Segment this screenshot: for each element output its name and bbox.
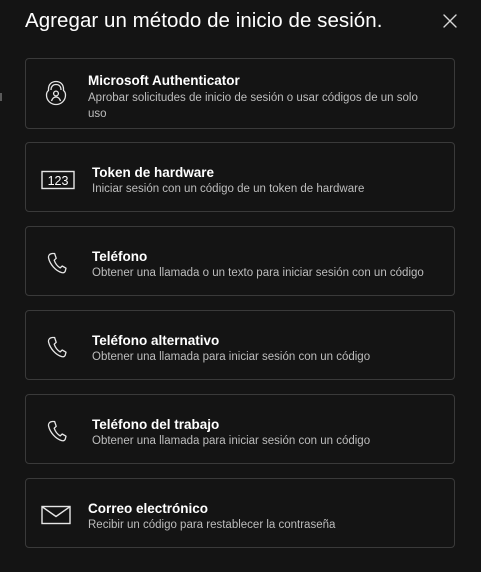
mail-icon — [41, 504, 71, 526]
method-phone[interactable]: Teléfono Obtener una llamada o un texto … — [25, 226, 455, 296]
phone-icon — [46, 419, 68, 443]
method-name: Correo electrónico — [88, 501, 209, 516]
method-name: Token de hardware — [92, 165, 215, 180]
close-icon — [443, 14, 457, 28]
method-description: Obtener una llamada para iniciar sesión … — [92, 435, 371, 447]
close-button[interactable] — [440, 11, 460, 31]
background-edge-mark — [0, 93, 2, 101]
method-description: Iniciar sesión con un código de un token… — [92, 183, 365, 195]
hardware-token-icon-label: 123 — [48, 174, 69, 188]
method-name: Teléfono alternativo — [92, 333, 220, 348]
phone-icon — [46, 251, 68, 275]
method-name: Teléfono — [92, 249, 148, 264]
authenticator-lock-icon — [44, 79, 68, 107]
method-alternate-phone[interactable]: Teléfono alternativo Obtener una llamada… — [25, 310, 455, 380]
method-microsoft-authenticator[interactable]: Microsoft Authenticator Aprobar solicitu… — [25, 58, 455, 129]
method-description: Aprobar solicitudes de inicio de sesión … — [88, 92, 418, 120]
method-name: Microsoft Authenticator — [88, 73, 240, 88]
method-work-phone[interactable]: Teléfono del trabajo Obtener una llamada… — [25, 394, 455, 464]
hardware-token-icon: 123 — [41, 170, 75, 190]
method-name: Teléfono del trabajo — [92, 417, 220, 432]
add-sign-in-method-dialog: Agregar un método de inicio de sesión. M… — [0, 0, 481, 572]
method-hardware-token[interactable]: 123 Token de hardware Iniciar sesión con… — [25, 142, 455, 212]
method-description: Recibir un código para restablecer la co… — [88, 519, 336, 531]
dialog-title: Agregar un método de inicio de sesión. — [25, 9, 383, 32]
phone-icon — [46, 335, 68, 359]
method-description: Obtener una llamada o un texto para inic… — [92, 267, 424, 279]
method-email[interactable]: Correo electrónico Recibir un código par… — [25, 478, 455, 548]
method-description: Obtener una llamada para iniciar sesión … — [92, 351, 371, 363]
